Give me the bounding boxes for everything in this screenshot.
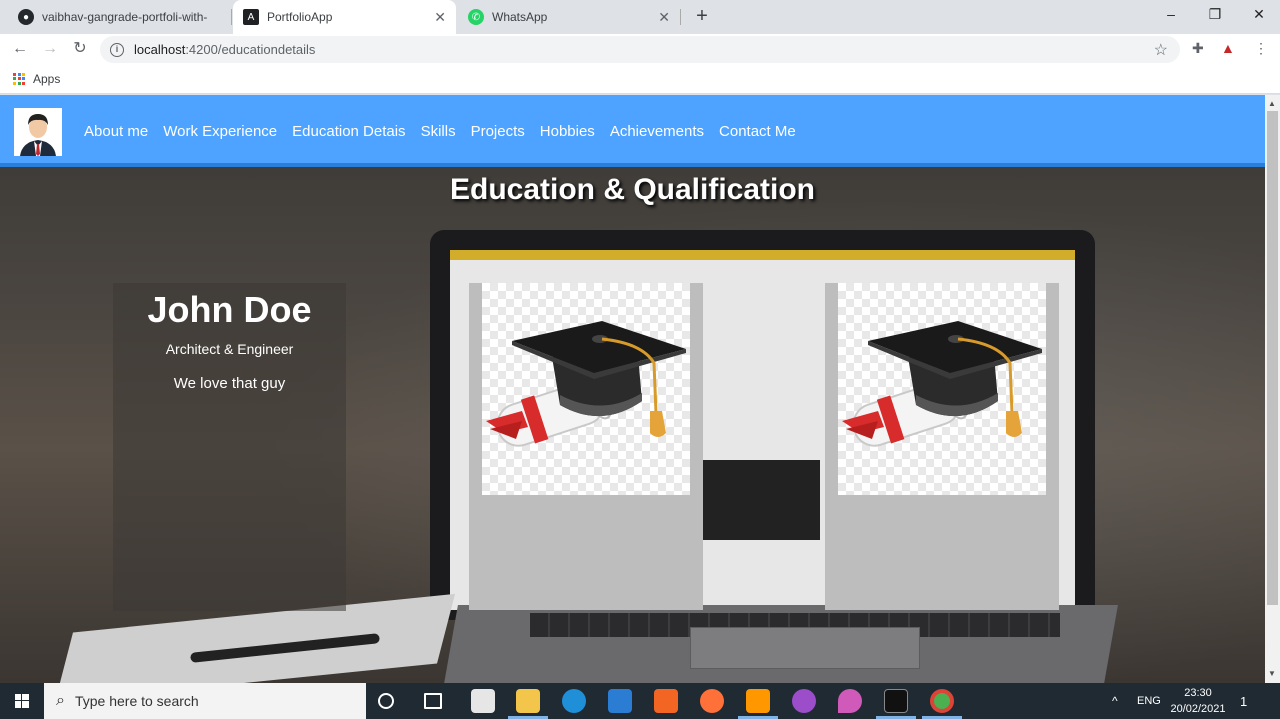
tab-separator [231, 9, 232, 25]
tab-strip: ● vaibhav-gangrade-portfoli-with- A Port… [0, 0, 1280, 34]
nav-hobbies[interactable]: Hobbies [540, 123, 595, 140]
nav-skills[interactable]: Skills [421, 123, 456, 140]
chrome-icon[interactable] [930, 689, 954, 713]
file-explorer-icon[interactable] [516, 689, 540, 713]
extensions-puzzle-icon[interactable]: ✚ [1192, 40, 1204, 57]
terminal-icon[interactable] [884, 689, 908, 713]
bookmark-star-icon[interactable]: ☆ [1154, 40, 1168, 60]
page-scrollbar[interactable]: ▲ ▼ [1265, 95, 1280, 683]
site-navbar: About me Work Experience Education Detai… [0, 95, 1265, 167]
scroll-down-icon[interactable]: ▼ [1268, 669, 1276, 678]
extension-icon[interactable]: ▲ [1221, 40, 1235, 56]
tab-portfolioapp[interactable]: A PortfolioApp ✕ [233, 0, 456, 34]
close-window-button[interactable]: ✕ [1236, 0, 1280, 30]
windows-start-button[interactable] [0, 683, 44, 719]
education-card[interactable] [469, 283, 703, 610]
clock-date: 20/02/2021 [1170, 703, 1226, 715]
app-cat-icon[interactable] [792, 689, 816, 713]
clock-time: 23:30 [1184, 687, 1212, 699]
url-path: :4200/educationdetails [185, 42, 316, 57]
maximize-button[interactable]: ❐ [1192, 0, 1238, 30]
cortana-icon[interactable] [378, 693, 394, 709]
profile-quote: We love that guy [173, 375, 286, 392]
tab-title: WhatsApp [492, 10, 548, 24]
tab-title: vaibhav-gangrade-portfoli-with- [42, 10, 208, 24]
windows-logo-icon [15, 694, 29, 708]
app-drop-icon[interactable] [838, 689, 862, 713]
page-viewport: About me Work Experience Education Detai… [0, 95, 1265, 683]
url-host: localhost [134, 42, 186, 57]
person-avatar-icon [14, 108, 62, 156]
nav-contact-me[interactable]: Contact Me [719, 123, 796, 140]
search-placeholder: Type here to search [74, 693, 199, 709]
tab-github[interactable]: ● vaibhav-gangrade-portfoli-with- [8, 0, 230, 34]
firefox-icon[interactable] [700, 689, 724, 713]
bookmarks-bar: Apps [0, 64, 1280, 94]
tab-title: PortfolioApp [267, 10, 333, 24]
notification-count: 1 [1240, 693, 1248, 709]
address-bar[interactable]: i localhost:4200/educationdetails ☆ [100, 36, 1180, 63]
graduation-cap-icon [842, 321, 1042, 447]
search-icon: ⌕ [56, 692, 65, 709]
edge-icon[interactable] [562, 689, 586, 713]
scrollbar-thumb[interactable] [1267, 111, 1278, 605]
notification-icon[interactable]: 1 [1240, 683, 1247, 719]
new-tab-button[interactable]: + [690, 5, 714, 29]
xampp-icon[interactable] [654, 689, 678, 713]
tab-whatsapp[interactable]: ✆ WhatsApp ✕ [458, 0, 680, 34]
task-view-icon[interactable] [424, 693, 442, 709]
apps-bookmark[interactable]: Apps [33, 72, 60, 86]
nav-education-details[interactable]: Education Detais [292, 123, 405, 140]
angular-icon: A [243, 9, 259, 25]
whatsapp-icon: ✆ [468, 9, 484, 25]
windows-taskbar: ⌕ Type here to search ^ ENG 23:30 20/02/… [0, 683, 1280, 719]
taskbar-search[interactable]: ⌕ Type here to search [44, 683, 366, 719]
nav-links: About me Work Experience Education Detai… [84, 123, 796, 140]
minimize-button[interactable]: – [1148, 0, 1194, 30]
profile-card: John Doe Architect & Engineer We love th… [113, 283, 346, 611]
info-icon[interactable]: i [110, 42, 124, 57]
nav-projects[interactable]: Projects [471, 123, 525, 140]
page-title: Education & Qualification [449, 173, 816, 206]
browser-toolbar: ← → ↻ i localhost:4200/educationdetails … [0, 34, 1280, 64]
taskbar-clock[interactable]: 23:30 20/02/2021 [1168, 685, 1228, 717]
back-arrow-icon[interactable]: ← [9, 38, 31, 60]
close-tab-icon[interactable]: ✕ [434, 9, 446, 26]
nav-about-me[interactable]: About me [84, 123, 148, 140]
profile-name: John Doe [147, 289, 312, 330]
profile-role: Architect & Engineer [165, 341, 294, 357]
reload-icon[interactable]: ↻ [69, 38, 91, 60]
graduation-cap-icon [486, 321, 686, 447]
tray-overflow-icon[interactable]: ^ [1112, 683, 1118, 719]
close-tab-icon[interactable]: ✕ [658, 9, 670, 26]
education-card[interactable] [825, 283, 1059, 610]
tab-separator [680, 9, 681, 25]
nav-achievements[interactable]: Achievements [610, 123, 704, 140]
education-image [482, 283, 690, 495]
github-icon: ● [18, 9, 34, 25]
nav-work-experience[interactable]: Work Experience [163, 123, 277, 140]
apps-grid-icon [13, 72, 25, 85]
menu-dots-icon[interactable]: ⋮ [1254, 40, 1268, 57]
sublime-text-icon[interactable] [746, 689, 770, 713]
language-indicator[interactable]: ENG [1137, 683, 1161, 719]
background-touchpad [690, 627, 920, 669]
education-image [838, 283, 1046, 495]
store-icon[interactable] [471, 689, 495, 713]
forward-arrow-icon[interactable]: → [39, 38, 61, 60]
avatar[interactable] [14, 108, 62, 156]
scroll-up-icon[interactable]: ▲ [1268, 99, 1276, 108]
mail-icon[interactable] [608, 689, 632, 713]
